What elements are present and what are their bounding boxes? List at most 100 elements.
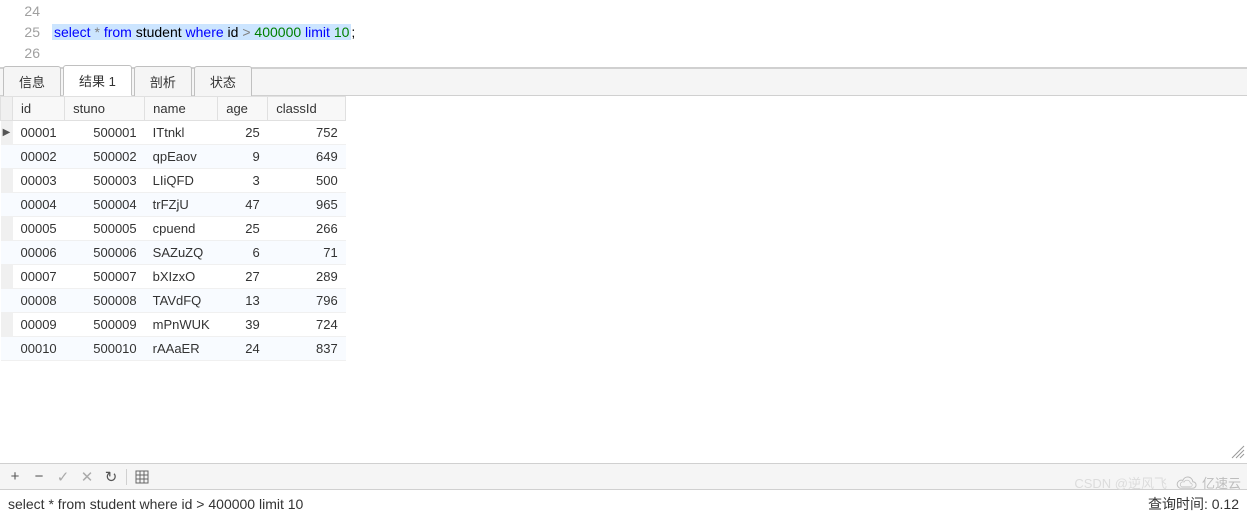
cancel-button[interactable]: ✕ <box>78 468 96 486</box>
cell-classid[interactable]: 649 <box>268 145 346 169</box>
row-marker <box>1 169 13 193</box>
cell-stuno[interactable]: 500010 <box>65 337 145 361</box>
tab-info[interactable]: 信息 <box>3 66 61 96</box>
table-row[interactable]: 00003500003LIiQFD3500 <box>1 169 346 193</box>
cell-classid[interactable]: 837 <box>268 337 346 361</box>
cell-name[interactable]: LIiQFD <box>145 169 218 193</box>
cell-name[interactable]: bXIzxO <box>145 265 218 289</box>
cell-classid[interactable]: 71 <box>268 241 346 265</box>
table-row[interactable]: 00010500010rAAaER24837 <box>1 337 346 361</box>
cell-id[interactable]: 00005 <box>13 217 65 241</box>
cell-name[interactable]: TAVdFQ <box>145 289 218 313</box>
status-bar: select * from student where id > 400000 … <box>0 489 1247 517</box>
cell-stuno[interactable]: 500005 <box>65 217 145 241</box>
cell-classid[interactable]: 965 <box>268 193 346 217</box>
tab-status[interactable]: 状态 <box>194 66 252 96</box>
cell-id[interactable]: 00002 <box>13 145 65 169</box>
table-row[interactable]: 00009500009mPnWUK39724 <box>1 313 346 337</box>
cell-id[interactable]: 00004 <box>13 193 65 217</box>
table-row[interactable]: 00007500007bXIzxO27289 <box>1 265 346 289</box>
line-content[interactable]: select * from student where id > 400000 … <box>52 24 355 40</box>
cell-stuno[interactable]: 500004 <box>65 193 145 217</box>
toolbar-separator <box>126 469 127 485</box>
table-header-row: id stuno name age classId <box>1 97 346 121</box>
cell-stuno[interactable]: 500003 <box>65 169 145 193</box>
cell-age[interactable]: 39 <box>218 313 268 337</box>
status-time-text: 查询时间: 0.12 <box>1148 494 1239 514</box>
operator-gt: > <box>242 24 250 40</box>
cell-age[interactable]: 25 <box>218 217 268 241</box>
cell-age[interactable]: 6 <box>218 241 268 265</box>
row-marker <box>1 145 13 169</box>
brand-watermark-text: 亿速云 <box>1202 473 1241 492</box>
col-header-id[interactable]: id <box>13 97 65 121</box>
cell-id[interactable]: 00003 <box>13 169 65 193</box>
cell-age[interactable]: 24 <box>218 337 268 361</box>
table-row[interactable]: ▶00001500001ITtnkl25752 <box>1 121 346 145</box>
add-row-button[interactable]: + <box>6 468 24 486</box>
cell-name[interactable]: SAZuZQ <box>145 241 218 265</box>
table-row[interactable]: 00005500005cpuend25266 <box>1 217 346 241</box>
cell-classid[interactable]: 724 <box>268 313 346 337</box>
table-row[interactable]: 00002500002qpEaov9649 <box>1 145 346 169</box>
row-marker <box>1 289 13 313</box>
cell-name[interactable]: cpuend <box>145 217 218 241</box>
ident-col: id <box>224 24 243 40</box>
col-header-age[interactable]: age <box>218 97 268 121</box>
col-header-name[interactable]: name <box>145 97 218 121</box>
table-row[interactable]: 00008500008TAVdFQ13796 <box>1 289 346 313</box>
cell-id[interactable]: 00009 <box>13 313 65 337</box>
cell-name[interactable]: rAAaER <box>145 337 218 361</box>
results-panel: id stuno name age classId ▶00001500001IT… <box>0 96 1247 463</box>
refresh-button[interactable]: ↻ <box>102 468 120 486</box>
cell-classid[interactable]: 796 <box>268 289 346 313</box>
cell-id[interactable]: 00007 <box>13 265 65 289</box>
cell-name[interactable]: mPnWUK <box>145 313 218 337</box>
cell-classid[interactable]: 500 <box>268 169 346 193</box>
grid-view-button[interactable] <box>133 468 151 486</box>
cell-classid[interactable]: 289 <box>268 265 346 289</box>
kw-where: where <box>186 24 224 40</box>
cell-classid[interactable]: 752 <box>268 121 346 145</box>
cell-age[interactable]: 25 <box>218 121 268 145</box>
cell-name[interactable]: qpEaov <box>145 145 218 169</box>
table-row[interactable]: 00004500004trFZjU47965 <box>1 193 346 217</box>
cell-age[interactable]: 27 <box>218 265 268 289</box>
col-header-classid[interactable]: classId <box>268 97 346 121</box>
cell-stuno[interactable]: 500008 <box>65 289 145 313</box>
cell-name[interactable]: ITtnkl <box>145 121 218 145</box>
col-header-stuno[interactable]: stuno <box>65 97 145 121</box>
cell-stuno[interactable]: 500009 <box>65 313 145 337</box>
row-marker <box>1 193 13 217</box>
num-literal: 10 <box>334 24 350 40</box>
cell-age[interactable]: 3 <box>218 169 268 193</box>
cell-id[interactable]: 00008 <box>13 289 65 313</box>
cell-stuno[interactable]: 500006 <box>65 241 145 265</box>
cell-age[interactable]: 9 <box>218 145 268 169</box>
scroll-grip-icon[interactable] <box>1231 445 1245 459</box>
results-table[interactable]: id stuno name age classId ▶00001500001IT… <box>0 96 346 361</box>
table-row[interactable]: 00006500006SAZuZQ671 <box>1 241 346 265</box>
cell-stuno[interactable]: 500002 <box>65 145 145 169</box>
cell-id[interactable]: 00001 <box>13 121 65 145</box>
kw-limit: limit <box>305 24 330 40</box>
cell-id[interactable]: 00006 <box>13 241 65 265</box>
remove-row-button[interactable]: − <box>30 468 48 486</box>
grid-icon <box>135 470 149 484</box>
cell-stuno[interactable]: 500001 <box>65 121 145 145</box>
tab-result-1[interactable]: 结果 1 <box>63 65 132 96</box>
cell-id[interactable]: 00010 <box>13 337 65 361</box>
sql-editor[interactable]: 24 25 select * from student where id > 4… <box>0 0 1247 68</box>
tab-profile[interactable]: 剖析 <box>134 66 192 96</box>
cell-age[interactable]: 13 <box>218 289 268 313</box>
semicolon: ; <box>351 24 355 40</box>
cell-age[interactable]: 47 <box>218 193 268 217</box>
cell-classid[interactable]: 266 <box>268 217 346 241</box>
cell-stuno[interactable]: 500007 <box>65 265 145 289</box>
kw-star: * <box>91 24 104 40</box>
row-marker <box>1 337 13 361</box>
cell-name[interactable]: trFZjU <box>145 193 218 217</box>
confirm-button[interactable]: ✓ <box>54 468 72 486</box>
sql-selected-text[interactable]: select * from student where id > 400000 … <box>52 24 351 40</box>
results-toolbar: + − ✓ ✕ ↻ <box>0 463 1247 489</box>
